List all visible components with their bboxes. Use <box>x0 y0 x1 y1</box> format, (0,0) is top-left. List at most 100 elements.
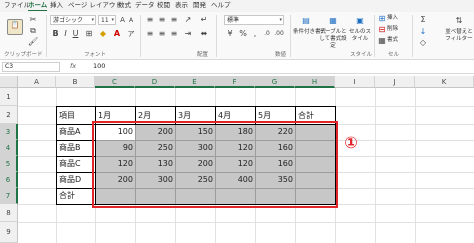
column-header-d[interactable]: D <box>135 76 175 88</box>
cell-styles-label: セルのスタイル <box>349 29 372 42</box>
conditional-format-button[interactable]: ▤ 条件付き書式 <box>293 15 327 48</box>
underline-icon[interactable]: U <box>71 29 80 39</box>
table-header-item[interactable]: 項目 <box>56 107 95 124</box>
column-header-h[interactable]: H <box>295 76 335 88</box>
wrap-text-icon[interactable]: ↵ <box>199 15 209 25</box>
cut-icon[interactable]: ✂ <box>28 15 38 25</box>
clear-icon[interactable]: ◇ <box>418 38 428 48</box>
column-header-e[interactable]: E <box>175 76 215 88</box>
format-as-table-button[interactable]: ▦ テーブルとして書式設定 <box>318 15 347 49</box>
font-size-value: 11 <box>101 17 109 24</box>
group-separator <box>412 15 413 57</box>
column-header-c[interactable]: C <box>95 76 135 88</box>
currency-icon[interactable]: ¥ <box>224 29 236 39</box>
group-label-number: 数値 <box>275 52 287 58</box>
sort-filter-button[interactable]: ⇅ 並べ替えとフィルター <box>444 15 473 48</box>
merge-center-icon[interactable]: ⬌ <box>199 29 209 39</box>
align-center-icon[interactable]: ≡ <box>157 29 167 39</box>
fx-icon[interactable]: fx <box>70 62 76 70</box>
row-label-product-b[interactable]: 商品B <box>56 140 95 156</box>
group-separator <box>140 15 141 57</box>
column-header-g[interactable]: G <box>255 76 295 88</box>
format-as-table-label: テーブルとして書式設定 <box>319 29 347 49</box>
menu-data[interactable]: データ <box>135 1 155 10</box>
row-header-3[interactable]: 3 <box>0 124 18 140</box>
menu-page-layout[interactable]: ページ レイアウト <box>68 1 122 10</box>
border-icon[interactable]: ⊞ <box>84 29 94 39</box>
column-header-j[interactable]: J <box>375 76 415 88</box>
format-cells-label[interactable]: 書式 <box>387 37 398 44</box>
phonetic-icon[interactable]: ア <box>126 29 136 39</box>
row-header-5[interactable]: 5 <box>0 156 18 172</box>
row-header-2[interactable]: 2 <box>0 106 18 124</box>
row-header-1[interactable]: 1 <box>0 88 18 106</box>
insert-cells-label[interactable]: 挿入 <box>387 15 398 22</box>
menu-review[interactable]: 校閲 <box>157 1 170 10</box>
group-separator <box>290 15 291 57</box>
menu-help[interactable]: ヘルプ <box>211 1 231 10</box>
row-label-product-c[interactable]: 商品C <box>56 156 95 172</box>
column-header-f[interactable]: F <box>215 76 255 88</box>
percent-icon[interactable]: % <box>238 29 248 39</box>
align-right-icon[interactable]: ≡ <box>169 29 179 39</box>
menu-home[interactable]: ホーム <box>28 1 48 11</box>
group-separator <box>374 15 375 57</box>
shrink-font-icon[interactable]: A <box>127 16 135 26</box>
font-name-value: 游ゴシック <box>53 17 84 24</box>
worksheet-grid: A B C D E F G H I J K 1 2 3 4 5 6 7 8 9 <box>0 76 474 243</box>
indent-icon[interactable]: ⇥ <box>183 29 193 39</box>
formula-bar: C3 fx 100 <box>0 60 474 74</box>
chevron-down-icon: ▾ <box>279 17 282 23</box>
select-all-corner[interactable] <box>0 76 18 88</box>
format-cells-icon[interactable]: ▦ <box>378 36 386 46</box>
paste-button[interactable]: 📋 <box>3 15 25 39</box>
grow-font-icon[interactable]: A <box>118 15 127 25</box>
column-header-k[interactable]: K <box>415 76 474 88</box>
copy-icon[interactable]: ⧉ <box>28 26 38 36</box>
row-header-6[interactable]: 6 <box>0 172 18 188</box>
delete-cells-label[interactable]: 削除 <box>387 26 398 33</box>
name-box[interactable]: C3 <box>2 62 60 72</box>
increase-decimal-icon[interactable]: .0 <box>262 29 272 39</box>
align-left-icon[interactable]: ≡ <box>145 29 155 39</box>
row-header-9[interactable]: 9 <box>0 222 18 243</box>
menu-bar: ファイル ホーム 挿入 ページ レイアウト 数式 データ 校閲 表示 開発 ヘル… <box>0 0 474 12</box>
decrease-decimal-icon[interactable]: .00 <box>274 29 284 39</box>
menu-file[interactable]: ファイル <box>4 1 30 10</box>
menu-insert[interactable]: 挿入 <box>50 1 63 10</box>
menu-developer[interactable]: 開発 <box>193 1 206 10</box>
column-header-a[interactable]: A <box>18 76 56 88</box>
group-label-styles: スタイル <box>350 52 373 58</box>
orientation-icon[interactable]: ↗ <box>183 15 193 25</box>
number-format-select[interactable]: 標準 ▾ <box>224 15 284 25</box>
menu-formulas[interactable]: 数式 <box>118 1 131 10</box>
row-header-4[interactable]: 4 <box>0 140 18 156</box>
font-size-select[interactable]: 11 ▾ <box>98 15 116 25</box>
fill-color-icon[interactable]: ◆ <box>98 29 108 39</box>
cell-styles-button[interactable]: ▣ セルのスタイル <box>348 15 372 48</box>
font-color-icon[interactable]: A <box>112 29 122 39</box>
italic-icon[interactable]: I <box>61 29 70 39</box>
column-header-b[interactable]: B <box>56 76 95 88</box>
conditional-format-label: 条件付き書式 <box>293 29 327 35</box>
row-header-7[interactable]: 7 <box>0 188 18 204</box>
align-top-icon[interactable]: ≡ <box>145 15 155 25</box>
insert-cells-icon[interactable]: ⊞ <box>378 14 386 24</box>
format-painter-icon[interactable]: 🖌 <box>28 37 38 47</box>
comma-icon[interactable]: , <box>250 29 260 39</box>
row-label-total[interactable]: 合計 <box>56 188 95 204</box>
row-header-8[interactable]: 8 <box>0 204 18 222</box>
align-bottom-icon[interactable]: ≡ <box>169 15 179 25</box>
formula-input[interactable]: 100 <box>93 62 105 71</box>
bold-icon[interactable]: B <box>51 29 60 39</box>
sum-icon[interactable]: Σ <box>418 15 428 25</box>
row-label-product-d[interactable]: 商品D <box>56 172 95 188</box>
chevron-down-icon: ▾ <box>91 17 94 23</box>
column-header-i[interactable]: I <box>335 76 375 88</box>
delete-cells-icon[interactable]: ⊟ <box>378 25 386 35</box>
align-middle-icon[interactable]: ≡ <box>157 15 167 25</box>
row-label-product-a[interactable]: 商品A <box>56 124 95 140</box>
font-name-select[interactable]: 游ゴシック ▾ <box>50 15 96 25</box>
fill-icon[interactable]: ↓ <box>418 27 428 37</box>
menu-view[interactable]: 表示 <box>175 1 188 10</box>
